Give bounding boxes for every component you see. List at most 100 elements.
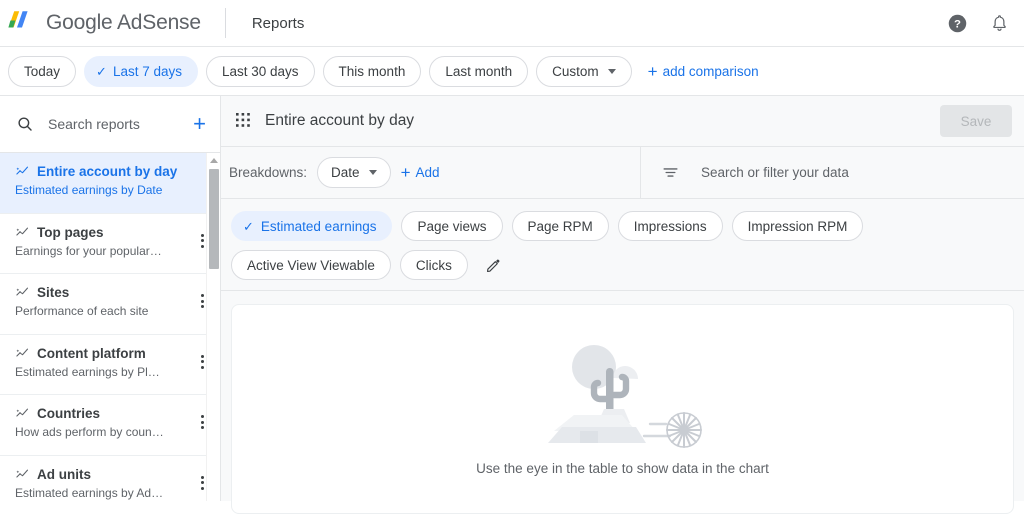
notifications-button[interactable] [986,10,1012,36]
report-title-line: Top pages [15,225,190,240]
header-actions: ? [944,10,1024,36]
more-vertical-icon-dot [200,233,204,237]
date-chip-last-month[interactable]: Last month [429,55,529,87]
more-vertical-icon-dot [200,360,204,363]
search-reports-input[interactable]: Search reports [48,116,179,132]
more-vertical-icon-dot [200,299,204,303]
metric-chip-label: Page views [417,218,487,234]
metric-chip-label: Page RPM [527,218,593,234]
add-comparison-label: add comparison [662,63,759,79]
sidebar-scrollbar[interactable] [206,153,220,501]
more-vertical-icon-dot [200,426,204,429]
report-title: Entire account by day [37,164,178,179]
sidebar-item-entire-account-by-day[interactable]: Entire account by day Estimated earnings… [0,153,220,214]
more-vertical-icon-dot [200,305,204,308]
more-vertical-icon-dot [200,481,204,484]
filter-icon[interactable] [661,163,680,182]
help-icon: ? [948,14,966,32]
sidebar-item-sites[interactable]: Sites Performance of each site [0,274,220,335]
sidebar-item-ad-units[interactable]: Ad units Estimated earnings by Ad unit [0,456,220,502]
trending-sparkline-icon [16,287,29,296]
report-title: Ad units [37,466,91,482]
trending-sparkline-icon [16,348,29,357]
app-header: Google AdSense Reports ? [0,0,1024,47]
trending-sparkline-icon [16,227,29,236]
report-subtitle: Estimated earnings by Platfo… [15,364,165,379]
date-range-filter-bar: Today ✓ Last 7 days Last 30 days This mo… [0,47,1024,96]
breakdowns-label: Breakdowns: [229,165,308,180]
edit-metrics-button[interactable] [479,250,509,280]
page-title: Reports [251,14,305,32]
report-title-line: Entire account by day [15,164,190,179]
pencil-icon [487,258,500,272]
metrics-chip-group: ✓ Estimated earnings Page views Page RPM… [221,199,1024,291]
report-header: Entire account by day Save [221,96,1024,147]
metric-chip-clicks[interactable]: Clicks [399,250,468,280]
save-button[interactable]: Save [940,105,1012,137]
metric-chip-active-view-viewable[interactable]: Active View Viewable [231,250,391,280]
metric-chip-page-rpm[interactable]: Page RPM [511,211,609,241]
brand-name: Google AdSense [46,11,201,34]
more-vertical-icon-dot [200,475,204,479]
data-filter-section: Search or filter your data [641,147,1024,198]
metric-chip-label: Estimated earnings [260,218,377,234]
date-chip-label: Last 7 days [112,63,182,79]
check-icon: ✓ [96,63,107,79]
report-title-line: Countries [15,406,190,421]
breakdowns-bar: Breakdowns: Date + Add Search or filter … [221,147,1024,199]
chart-panel: Use the eye in the table to show data in… [231,304,1014,514]
add-comparison-button[interactable]: + add comparison [648,63,759,80]
sidebar-item-countries[interactable]: Countries How ads perform by country [0,395,220,456]
sidebar-item-content-platform[interactable]: Content platform Estimated earnings by P… [0,335,220,395]
header-divider [224,8,226,38]
more-vertical-icon-dot [200,354,204,358]
report-subtitle: Performance of each site [15,304,149,318]
report-subtitle: How ads perform by country [15,425,165,439]
report-title: Countries [37,406,101,421]
date-chip-label: Last 30 days [221,63,299,79]
breakdowns-section: Breakdowns: Date + Add [221,147,641,198]
date-chip-custom[interactable]: Custom [536,55,632,87]
date-chip-label: This month [338,63,406,79]
more-vertical-icon-dot [200,486,204,490]
report-subtitle: Earnings for your popular pa… [15,243,165,258]
trending-sparkline-icon [16,469,29,478]
trending-sparkline-icon [16,408,29,417]
metric-chip-impressions[interactable]: Impressions [617,211,723,241]
date-chip-this-month[interactable]: This month [322,55,422,87]
report-title: Content platform [37,345,146,361]
scroll-up-arrow-icon[interactable] [207,153,220,167]
add-breakdown-button[interactable]: + Add [401,164,440,181]
help-button[interactable]: ? [944,10,970,36]
metric-chip-estimated-earnings[interactable]: ✓ Estimated earnings [231,211,393,241]
breakdown-chip-date[interactable]: Date [317,157,391,188]
add-report-button[interactable]: + [193,113,206,135]
more-vertical-icon-dot [200,415,204,418]
chevron-down-icon [368,170,377,175]
report-title: Sites [37,285,70,300]
desert-cactus-tumbleweed-illustration [547,345,702,448]
metric-chip-impression-rpm[interactable]: Impression RPM [731,211,864,241]
date-chip-label: Custom [552,63,599,79]
date-chip-label: Last month [445,63,513,79]
report-title-line: Content platform [15,346,190,361]
chart-empty-state: Use the eye in the table to show data in… [232,331,1013,476]
metric-chip-label: Active View Viewable [247,257,375,273]
chart-empty-message: Use the eye in the table to show data in… [476,461,769,476]
brand-logo[interactable]: Google AdSense [0,8,201,38]
sidebar-item-top-pages[interactable]: Top pages Earnings for your popular pa… [0,214,220,274]
scrollbar-thumb[interactable] [209,169,219,269]
date-chip-last-7-days[interactable]: ✓ Last 7 days [84,55,198,87]
metric-chip-label: Impressions [633,218,707,234]
adsense-logo-icon [8,11,28,28]
plus-icon: + [647,61,658,81]
metric-chip-label: Impression RPM [747,218,848,234]
date-chip-today[interactable]: Today [8,55,77,87]
apps-grid-icon[interactable] [235,112,253,130]
filter-search-input[interactable]: Search or filter your data [701,165,849,180]
report-subtitle: Estimated earnings by Date [15,183,163,197]
breakdown-chip-label: Date [331,165,360,180]
date-chip-last-30-days[interactable]: Last 30 days [205,55,315,87]
more-vertical-icon-dot [200,294,204,297]
metric-chip-page-views[interactable]: Page views [401,211,503,241]
